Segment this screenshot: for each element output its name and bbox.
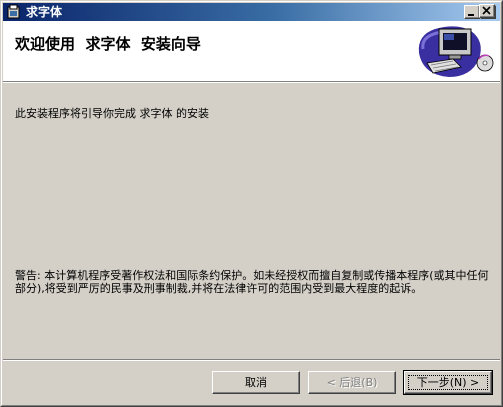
copyright-warning: 警告: 本计算机程序受著作权法和国际条约保护。如未经授权而擅自复制或传播本程序(… [15, 269, 489, 295]
installer-app-icon [7, 4, 20, 19]
window-title: 求字体 [26, 5, 63, 19]
minimize-icon [468, 14, 474, 16]
computer-setup-icon [418, 26, 494, 77]
close-button[interactable] [479, 4, 495, 18]
back-button[interactable]: < 后退(B) [308, 371, 396, 394]
header-divider [3, 81, 500, 83]
title-bar[interactable]: 求字体 [3, 3, 500, 21]
next-focus-ring [408, 375, 488, 390]
wizard-title: 欢迎使用 求字体 安装向导 [15, 35, 201, 53]
wizard-header: 欢迎使用 求字体 安装向导 [3, 21, 500, 81]
footer-divider [3, 359, 500, 361]
next-button[interactable]: 下一步(N) > [403, 370, 493, 395]
close-icon [482, 6, 491, 15]
installer-window: 求字体 欢迎使用 求字体 安装向导 此安装程序将引导你完成 求字体 的安装 警告… [0, 0, 503, 407]
cancel-button[interactable]: 取消 [212, 371, 300, 394]
minimize-button[interactable] [464, 5, 480, 19]
intro-text: 此安装程序将引导你完成 求字体 的安装 [15, 107, 209, 120]
